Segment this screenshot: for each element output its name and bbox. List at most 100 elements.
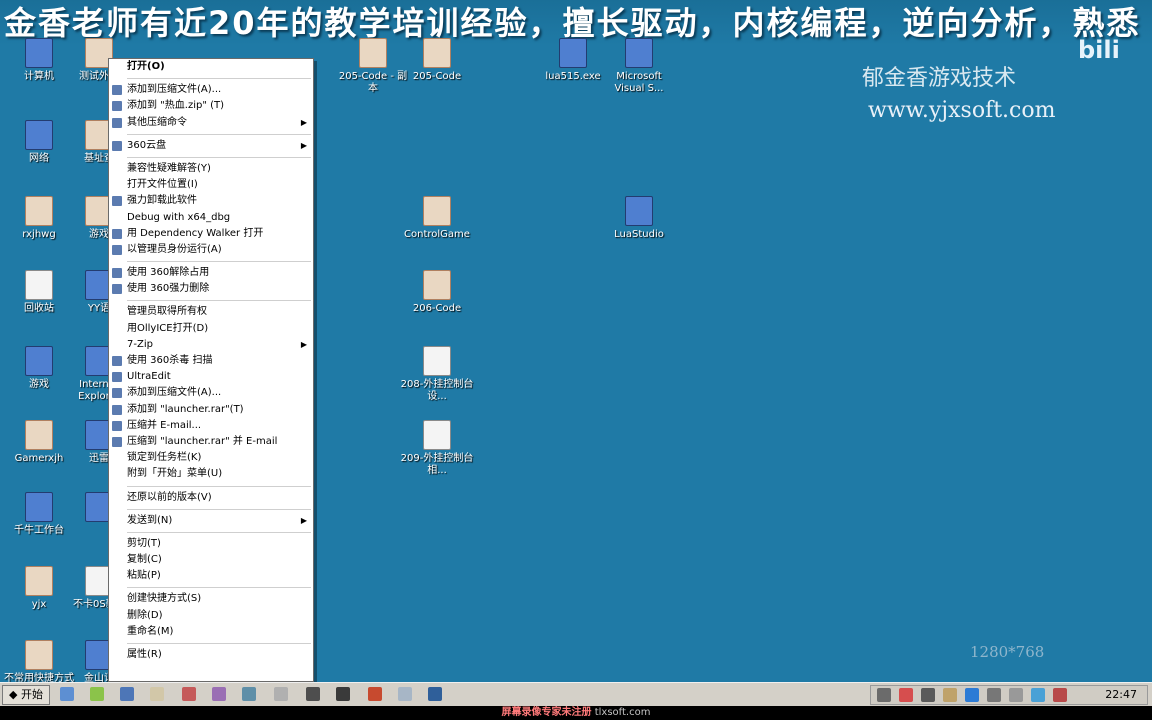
desktop-icon[interactable]: 206-Code	[398, 270, 476, 315]
start-label: 开始	[20, 688, 43, 701]
desktop-icon[interactable]: 209-外挂控制台相...	[398, 420, 476, 477]
menu-item-label: 强力卸载此软件	[127, 195, 197, 207]
desktop-icon-label: LuaStudio	[614, 229, 664, 240]
quicklaunch-ie-icon[interactable]	[60, 687, 74, 701]
context-menu-item[interactable]: 锁定到任务栏(K)	[109, 450, 313, 466]
tray-flag-icon[interactable]	[921, 688, 935, 702]
context-menu-item[interactable]: 添加到压缩文件(A)...	[109, 82, 313, 98]
tray-record-icon[interactable]	[1053, 688, 1067, 702]
quicklaunch-tool-icon[interactable]	[274, 687, 288, 701]
context-menu-item[interactable]: 以管理员身份运行(A)	[109, 242, 313, 258]
desktop-icon-label: 205-Code	[412, 71, 462, 82]
tray-360-icon[interactable]	[965, 688, 979, 702]
context-menu-item[interactable]: 使用 360杀毒 扫描	[109, 353, 313, 369]
tray-red-icon[interactable]	[899, 688, 913, 702]
desktop-icon-label: 网络	[29, 153, 49, 164]
windows-logo-icon: ◆	[9, 688, 18, 701]
quicklaunch-star-icon[interactable]	[368, 687, 382, 701]
tray-cloud-icon[interactable]	[1031, 688, 1045, 702]
menu-item-label: Debug with x64_dbg	[127, 211, 231, 223]
menu-item-label: 创建快捷方式(S)	[127, 593, 202, 605]
quicklaunch-folder-icon[interactable]	[150, 687, 164, 701]
context-menu-item[interactable]: 360云盘 ▶	[109, 138, 313, 154]
context-menu-item[interactable]: 还原以前的版本(V)	[109, 490, 313, 506]
context-menu-item[interactable]: 添加到 "热血.zip" (T)	[109, 98, 313, 114]
context-menu-item[interactable]: 兼容性疑难解答(Y)	[109, 161, 313, 177]
context-menu-item[interactable]: 压缩到 "launcher.rar" 并 E-mail	[109, 434, 313, 450]
folder-icon	[25, 640, 53, 670]
context-menu-item[interactable]: 打开(O)	[109, 59, 313, 75]
context-menu-item[interactable]: 重命名(M)	[109, 624, 313, 640]
context-menu-item[interactable]: Debug with x64_dbg	[109, 210, 313, 226]
document-icon	[423, 420, 451, 450]
context-menu-item[interactable]: 发送到(N) ▶	[109, 513, 313, 529]
menu-item-icon	[112, 284, 122, 295]
folder-icon	[423, 270, 451, 300]
tray-shield-icon[interactable]	[877, 688, 891, 702]
desktop-icon[interactable]: ControlGame	[398, 196, 476, 241]
watermark-url: www.yjxsoft.com	[868, 98, 1056, 123]
context-menu-item[interactable]: 使用 360强力删除	[109, 281, 313, 297]
desktop-icon[interactable]: Microsoft Visual S...	[600, 38, 678, 95]
menu-separator	[127, 587, 311, 589]
quicklaunch-bug-icon[interactable]	[306, 687, 320, 701]
context-menu-item[interactable]: 删除(D)	[109, 608, 313, 624]
menu-item-icon	[112, 436, 122, 447]
context-menu-item[interactable]: 其他压缩命令 ▶	[109, 115, 313, 131]
menu-separator	[127, 156, 311, 158]
submenu-arrow-icon: ▶	[300, 515, 307, 525]
tray-app-icon[interactable]	[943, 688, 957, 702]
context-menu-item[interactable]: 压缩并 E-mail...	[109, 418, 313, 434]
context-menu-item[interactable]: 使用 360解除占用	[109, 265, 313, 281]
desktop-icon-label: Microsoft Visual S...	[614, 71, 664, 94]
context-menu-item[interactable]: 属性(R)	[109, 647, 313, 663]
menu-item-label: 发送到(N)	[127, 514, 173, 526]
quicklaunch-tools-icon[interactable]	[182, 687, 196, 701]
quicklaunch-link-icon[interactable]	[428, 687, 442, 701]
tray-network-icon[interactable]	[987, 688, 1001, 702]
context-menu-item[interactable]: 剪切(T)	[109, 536, 313, 552]
context-menu-item[interactable]: 用OllyICE打开(D)	[109, 321, 313, 337]
desktop-icon-label: 千牛工作台	[14, 525, 64, 536]
clock[interactable]: 22:47	[1105, 688, 1137, 701]
desktop-icon-label: 回收站	[24, 303, 54, 314]
folder-icon	[423, 38, 451, 68]
quicklaunch-pen-icon[interactable]	[398, 687, 412, 701]
context-menu-item[interactable]: 管理员取得所有权	[109, 304, 313, 320]
context-menu-item[interactable]: 添加到 "launcher.rar"(T)	[109, 402, 313, 418]
folder-icon	[25, 566, 53, 596]
desktop-icon-label: rxjhwg	[22, 229, 56, 240]
quicklaunch-brush-icon[interactable]	[212, 687, 226, 701]
document-icon	[423, 346, 451, 376]
quicklaunch-video-icon[interactable]	[242, 687, 256, 701]
quicklaunch-monitor-icon[interactable]	[120, 687, 134, 701]
context-menu-item[interactable]: 强力卸载此软件	[109, 193, 313, 209]
start-button[interactable]: ◆ 开始	[2, 685, 50, 705]
desktop-icon-label: 计算机	[24, 71, 54, 82]
menu-item-label: UltraEdit	[127, 371, 171, 383]
quicklaunch-c-icon[interactable]	[336, 687, 350, 701]
desktop-icon[interactable]: 208-外挂控制台设...	[398, 346, 476, 403]
context-menu-item[interactable]: 附到「开始」菜单(U)	[109, 466, 313, 482]
context-menu-item[interactable]: 用 Dependency Walker 打开	[109, 226, 313, 242]
desktop-icon[interactable]: 205-Code	[398, 38, 476, 83]
context-menu-item[interactable]: 复制(C)	[109, 552, 313, 568]
context-menu-item[interactable]: 打开文件位置(I)	[109, 177, 313, 193]
document-icon	[25, 270, 53, 300]
menu-item-icon	[112, 117, 122, 128]
desktop-icon[interactable]: LuaStudio	[600, 196, 678, 241]
context-menu-item[interactable]: 7-Zip ▶	[109, 337, 313, 353]
menu-item-label: 添加到 "launcher.rar"(T)	[127, 403, 244, 415]
menu-item-label: 添加到压缩文件(A)...	[127, 84, 222, 96]
menu-item-label: 用OllyICE打开(D)	[127, 322, 209, 334]
context-menu-item[interactable]: UltraEdit	[109, 369, 313, 385]
recorder-watermark-bar: 屏幕录像专家未注册 tlxsoft.com	[0, 706, 1152, 720]
context-menu-item[interactable]: 粘贴(P)	[109, 568, 313, 584]
menu-item-label: 使用 360解除占用	[127, 267, 210, 279]
tray-volume-icon[interactable]	[1009, 688, 1023, 702]
quicklaunch-green-icon[interactable]	[90, 687, 104, 701]
menu-item-label: 添加到压缩文件(A)...	[127, 387, 222, 399]
context-menu-item[interactable]: 添加到压缩文件(A)...	[109, 385, 313, 401]
context-menu-item[interactable]: 创建快捷方式(S)	[109, 591, 313, 607]
menu-separator	[127, 643, 311, 644]
